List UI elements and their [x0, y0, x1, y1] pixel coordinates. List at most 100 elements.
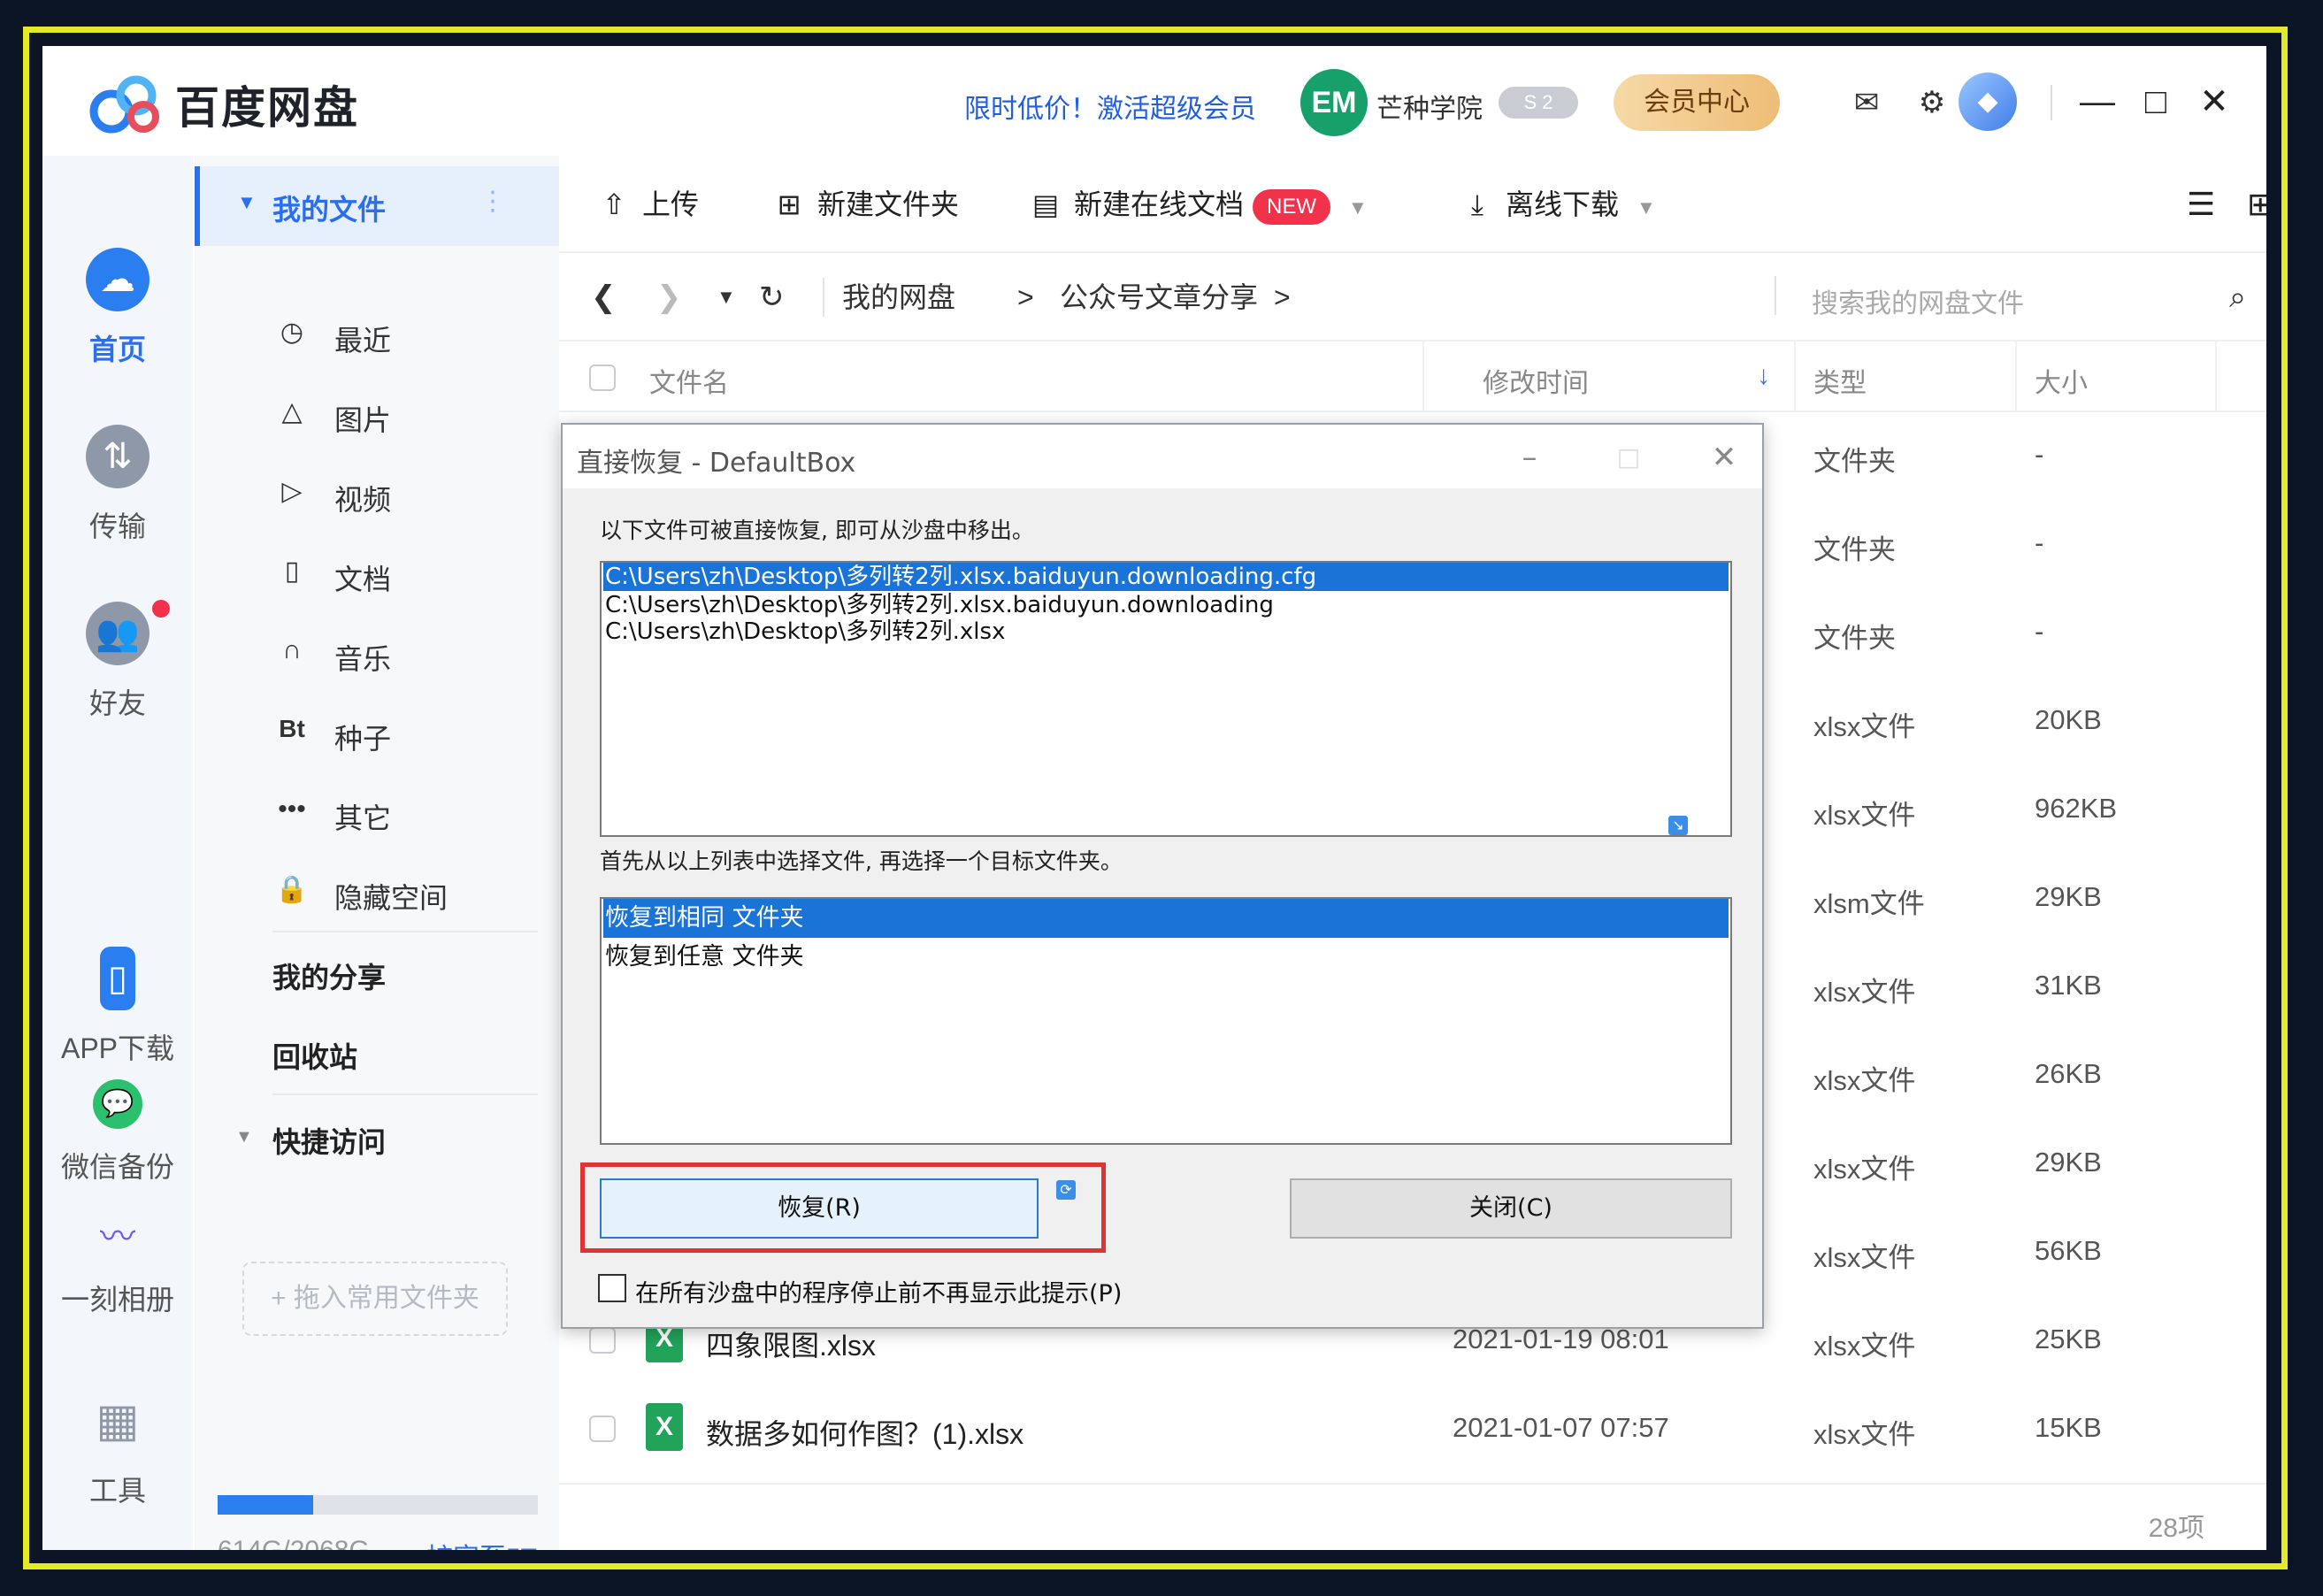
file-list[interactable]: C:\Users\zh\Desktop\多列转2列.xlsx.baiduyun.… [600, 561, 1732, 837]
new-folder-label: 新建文件夹 [817, 188, 960, 220]
breadcrumb-current[interactable]: 公众号文章分享 [1060, 280, 1258, 315]
row-type: xlsx文件 [1813, 1242, 1916, 1273]
sidebar-my-share[interactable]: 我的分享 [272, 955, 386, 996]
sort-desc-icon[interactable]: ↓ [1757, 361, 1770, 391]
nav-tools[interactable]: ▦ 工具 [42, 1389, 193, 1509]
upload-button[interactable]: ⇧ 上传 [596, 182, 699, 226]
row-checkbox[interactable] [589, 1327, 616, 1354]
column-name[interactable]: 文件名 [649, 361, 729, 400]
sidebar-item-other[interactable]: ••• 其它 [195, 787, 559, 840]
sidebar-item-music[interactable]: ∩ 音乐 [195, 628, 559, 681]
table-row[interactable]: X 数据多如何作图？(1).xlsx 2021-01-07 07:57 xlsx… [559, 1385, 2266, 1474]
row-checkbox[interactable] [589, 1416, 616, 1442]
sort-icon[interactable]: ☰ [2187, 182, 2215, 226]
more-vertical-icon[interactable]: ⋮ [479, 186, 506, 217]
avatar-icon[interactable]: ◆ [1959, 73, 2017, 131]
dialog-title: 直接恢复 - DefaultBox [577, 448, 856, 479]
sidebar-item-documents[interactable]: ▯ 文档 [195, 549, 559, 602]
sidebar-recycle-bin[interactable]: 回收站 [272, 1035, 357, 1076]
maximize-icon[interactable]: □ [2135, 81, 2176, 122]
column-modified[interactable]: 修改时间 [1483, 361, 1589, 400]
lock-icon: 🔒 [275, 875, 309, 904]
caret-down-icon[interactable]: ▼ [1637, 186, 1656, 230]
target-option-same-folder[interactable]: 恢复到相同 文件夹 [603, 899, 1729, 938]
new-folder-button[interactable]: ⊞ 新建文件夹 [771, 182, 959, 226]
restore-dialog: 直接恢复 - DefaultBox – □ ✕ 以下文件可被直接恢复, 即可从沙… [561, 423, 1764, 1329]
sidebar: ▼ 我的文件 ⋮ ◷ 最近 △ 图片 ▷ 视频 ▯ 文档 ∩ 音乐 Bt 种子 ••• 其它 … [195, 156, 559, 1550]
close-button[interactable]: 关闭(C) [1290, 1178, 1732, 1239]
grid-view-icon[interactable]: ⊞ [2247, 182, 2266, 226]
vip-promo-link[interactable]: 限时低价！激活超级会员 [964, 87, 1256, 126]
refresh-icon[interactable]: ↻ [759, 280, 785, 315]
search-input[interactable]: 搜索我的网盘文件 [1812, 281, 2024, 320]
forward-icon[interactable]: ❯ [656, 280, 682, 315]
sidebar-my-files-label: 我的文件 [272, 194, 387, 226]
select-all-checkbox[interactable] [589, 364, 616, 391]
quick-access-drop-zone[interactable]: + 拖入常用文件夹 [242, 1262, 508, 1336]
close-icon[interactable]: ✕ [2194, 81, 2235, 122]
offline-download-button[interactable]: ⤓ 离线下载 ▼ [1460, 182, 1656, 226]
caret-down-icon[interactable]: ▼ [235, 1127, 253, 1147]
target-folder-list[interactable]: 恢复到相同 文件夹 恢复到任意 文件夹 [600, 897, 1732, 1145]
nav-wechat-backup[interactable]: 💬 微信备份 [42, 1079, 193, 1185]
column-header: 文件名 修改时间 ↓ 类型 大小 [559, 341, 2266, 412]
nav-album[interactable]: 〰 一刻相册 [42, 1212, 193, 1318]
nav-home[interactable]: ☁ 首页 [42, 248, 193, 368]
nav-transfer[interactable]: ⇅ 传输 [42, 425, 193, 545]
row-type: xlsx文件 [1813, 800, 1916, 831]
dont-show-again-label[interactable]: 在所有沙盘中的程序停止前不再显示此提示(P) [635, 1274, 1122, 1308]
app-title: 百度网盘 [175, 83, 359, 133]
nav-app-download[interactable]: ▯ APP下载 [42, 947, 193, 1067]
sidebar-item-videos[interactable]: ▷ 视频 [195, 469, 559, 522]
nav-label: 工具 [88, 1475, 146, 1507]
nav-friends[interactable]: 👥 好友 [42, 602, 193, 722]
baidu-netdisk-logo [89, 75, 159, 134]
dialog-title-bar: 直接恢复 - DefaultBox – □ ✕ [563, 425, 1762, 488]
file-list-item[interactable]: C:\Users\zh\Desktop\多列转2列.xlsx [603, 618, 1729, 646]
row-size: - [2035, 527, 2044, 558]
resize-grip-icon[interactable]: ↘ [1668, 816, 1688, 835]
recover-button[interactable]: 恢复(R) [600, 1178, 1039, 1239]
history-dropdown-icon[interactable]: ▼ [717, 280, 736, 315]
school-avatar-icon[interactable]: EM [1300, 69, 1368, 136]
clock-icon: ◷ [280, 318, 304, 347]
vip-center-button[interactable]: 会员中心 [1614, 74, 1780, 131]
file-list-item[interactable]: C:\Users\zh\Desktop\多列转2列.xlsx.baiduyun.… [603, 563, 1729, 591]
target-option-any-folder[interactable]: 恢复到任意 文件夹 [603, 938, 1729, 977]
row-type: xlsx文件 [1813, 1419, 1916, 1450]
sidebar-item-hidden-space[interactable]: 🔒 隐藏空间 [195, 867, 559, 920]
cloud-icon: ☁ [86, 248, 150, 311]
row-name[interactable]: 四象限图.xlsx [706, 1324, 876, 1364]
column-type[interactable]: 类型 [1813, 361, 1867, 400]
settings-icon[interactable]: ⚙ [1914, 85, 1950, 120]
dialog-minimize-icon[interactable]: – [1509, 437, 1550, 478]
breadcrumb-root[interactable]: 我的网盘 [842, 280, 955, 315]
back-icon[interactable]: ❮ [591, 280, 617, 315]
search-icon[interactable]: ⌕ [2229, 280, 2246, 315]
level-badge-value: 2 [1542, 91, 1553, 113]
mail-icon[interactable]: ✉ [1849, 85, 1884, 120]
dont-show-again-checkbox[interactable] [598, 1274, 626, 1302]
nav-label: 首页 [88, 334, 146, 365]
sidebar-item-recent[interactable]: ◷ 最近 [195, 310, 559, 363]
sidebar-item-images[interactable]: △ 图片 [195, 389, 559, 442]
divider [1422, 341, 1424, 412]
sidebar-my-files[interactable]: ▼ 我的文件 ⋮ [195, 166, 559, 246]
sidebar-quick-access[interactable]: 快捷访问 [272, 1120, 386, 1161]
user-name[interactable]: 芒种学院 [1376, 87, 1483, 126]
left-nav: ☁ 首页 ⇅ 传输 👥 好友 ▯ APP下载 💬 微信备份 〰 一刻相册 ▦ 工… [42, 156, 193, 1550]
nav-label: 一刻相册 [60, 1284, 174, 1316]
file-list-item[interactable]: C:\Users\zh\Desktop\多列转2列.xlsx.baiduyun.… [603, 591, 1729, 619]
row-name[interactable]: 数据多如何作图？(1).xlsx [706, 1412, 1024, 1453]
new-online-doc-button[interactable]: ▤ 新建在线文档 NEW ▼ [1028, 182, 1368, 226]
friends-icon: 👥 [86, 602, 150, 665]
dialog-close-icon[interactable]: ✕ [1704, 437, 1744, 478]
video-icon: ▷ [281, 477, 303, 506]
column-size[interactable]: 大小 [2035, 361, 2088, 400]
expand-storage-link[interactable]: 扩容至5T [426, 1536, 537, 1550]
caret-down-icon[interactable]: ▼ [1348, 186, 1368, 230]
sidebar-item-torrents[interactable]: Bt 种子 [195, 708, 559, 761]
nav-label: APP下载 [60, 1032, 175, 1064]
minimize-icon[interactable]: — [2077, 81, 2118, 122]
row-type: xlsm文件 [1813, 888, 1925, 919]
